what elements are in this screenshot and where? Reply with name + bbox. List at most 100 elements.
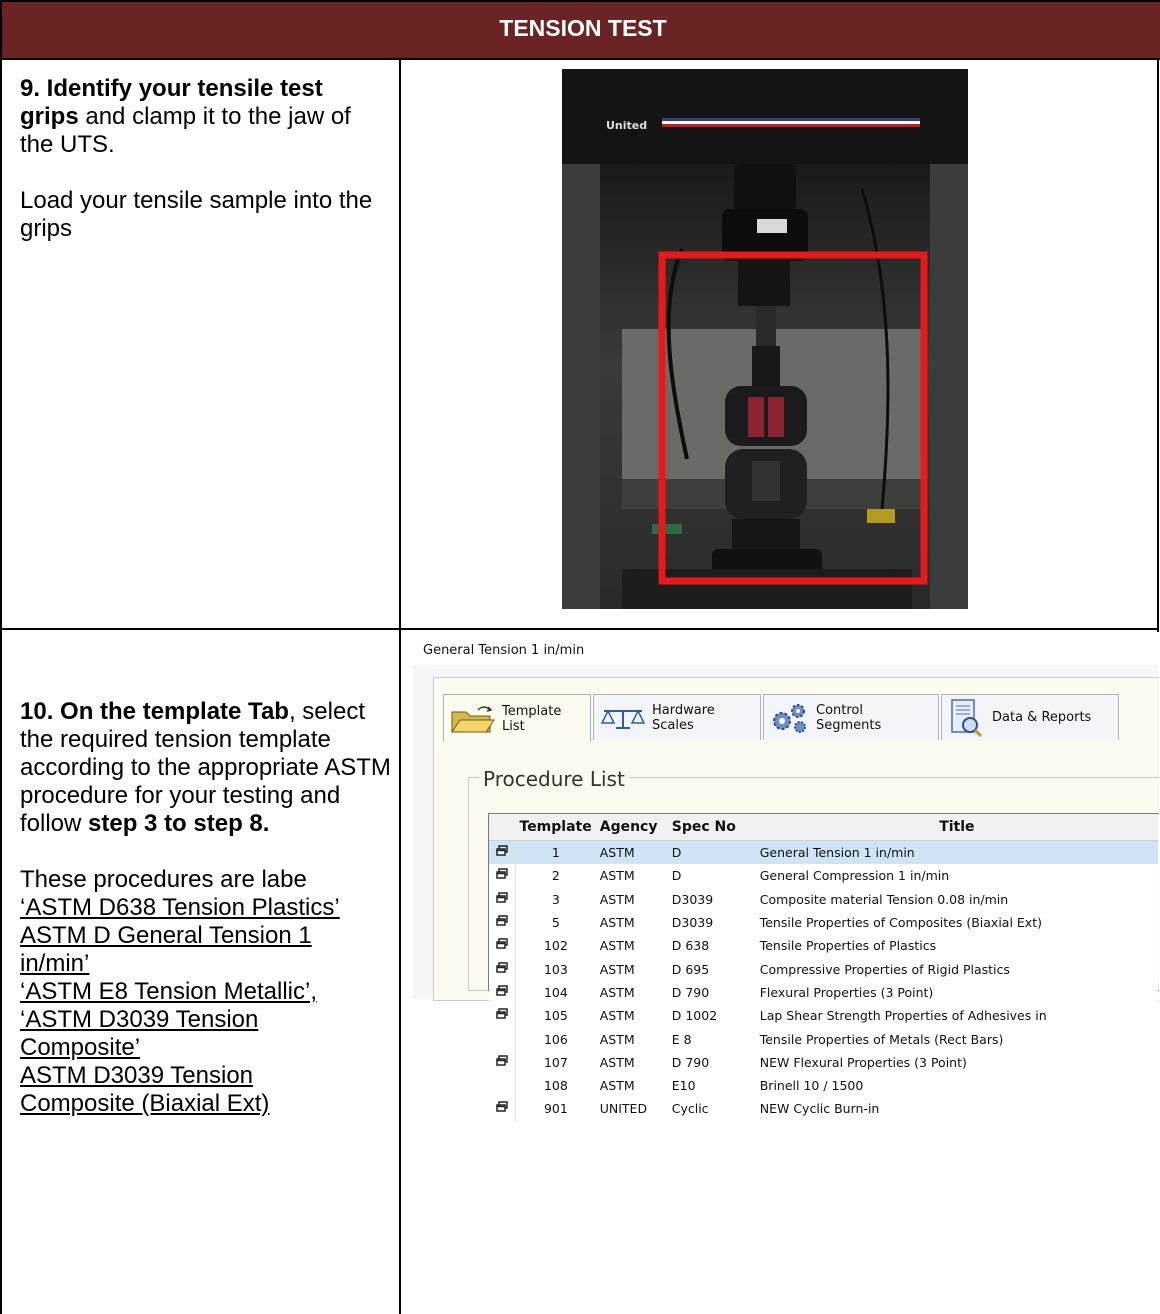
step-9-text: 9. Identify your tensile test grips and … [20, 75, 380, 243]
row-header-corner [489, 814, 516, 841]
window-restore-icon [496, 891, 508, 907]
tab-strip: Template List Hardware Scales Control Se… [443, 694, 1121, 742]
row-header-cell[interactable] [489, 957, 516, 981]
cell-title: General Compression 1 in/min [759, 868, 950, 884]
cell-agency: ASTM [599, 868, 635, 884]
cell-agency: ASTM [599, 891, 635, 907]
procedure-label-3: ‘ASTM E8 Tension Metallic’, [20, 978, 317, 1005]
table-row[interactable]: 901 UNITED Cyclic NEW Cyclic Burn-in [489, 1097, 1158, 1121]
procedure-label-5: ASTM D3039 Tension Composite (Biaxial Ex… [20, 1062, 270, 1117]
tab-label-template-list: Template List [502, 703, 562, 734]
window-restore-icon [496, 845, 508, 860]
cell-spec-no: D 1002 [671, 1008, 718, 1024]
window-restore-icon [496, 915, 508, 930]
cell-template: 2 [551, 868, 560, 884]
cell-title: Tensile Properties of Composites (Biaxia… [759, 915, 1042, 931]
row-header-cell[interactable] [489, 840, 516, 865]
cell-template: 5 [551, 915, 560, 931]
row-header-cell[interactable] [489, 1027, 516, 1051]
table-row[interactable]: 108 ASTM E10 Brinell 10 / 1500 [489, 1073, 1158, 1098]
table-row[interactable]: 105 ASTM D 1002 Lap Shear Strength Properti… [489, 1004, 1158, 1028]
cell-agency: ASTM [599, 915, 635, 931]
cell-template: 107 [543, 1054, 568, 1070]
row-header-cell[interactable] [489, 980, 516, 1005]
cell-agency: ASTM [599, 984, 635, 1000]
row-header-cell[interactable] [489, 1004, 516, 1028]
tab-data-reports[interactable]: Data & Reports [941, 694, 1119, 740]
column-header-spec-no[interactable]: Spec No [667, 814, 756, 841]
cell-spec-no: Cyclic [671, 1101, 709, 1117]
row-header-cell[interactable] [489, 910, 516, 935]
table-row[interactable]: 107 ASTM D 790 NEW Flexural Properties (3 P… [489, 1050, 1158, 1074]
table-row[interactable]: 1 ASTM D General Tension 1 in/min [489, 840, 1158, 865]
procedure-grid: Template Agency Spec No Title 1 ASTM D Gene… [489, 814, 1158, 1121]
cell-agency: ASTM [599, 1078, 635, 1094]
report-magnifier-icon [948, 698, 986, 738]
cell-template: 102 [543, 938, 568, 954]
cell-title: NEW Flexural Properties (3 Point) [759, 1054, 967, 1070]
table-row[interactable]: 102 ASTM D 638 Tensile Properties of Plasti… [489, 934, 1158, 958]
window-restore-icon [496, 1055, 508, 1070]
step-9-load-text: Load your tensile sample into the grips [20, 187, 373, 242]
step-10-bold-tail: step 3 to step 8. [88, 810, 270, 837]
step-10-title: 10. On the template Tab [20, 698, 289, 725]
cell-spec-no: E10 [671, 1078, 696, 1094]
table-row[interactable]: 5 ASTM D3039 Tensile Properties of Composit… [489, 910, 1158, 935]
row-header-cell[interactable] [489, 934, 516, 958]
row-header-cell[interactable] [489, 864, 516, 888]
cell-spec-no: D3039 [671, 915, 714, 931]
cell-title: Composite material Tension 0.08 in/min [759, 891, 1009, 907]
table-row[interactable]: 103 ASTM D 695 Compressive Properties of Ri… [489, 957, 1158, 981]
cell-agency: ASTM [599, 1054, 635, 1070]
gears-icon [770, 701, 810, 735]
procedures-intro: These procedures are labe [20, 866, 307, 893]
cell-agency: UNITED [599, 1101, 648, 1117]
cell-agency: ASTM [599, 961, 635, 977]
cell-spec-no: D 695 [671, 961, 710, 977]
table-row[interactable]: 3 ASTM D3039 Composite material Tension 0.0… [489, 887, 1158, 911]
cell-template: 103 [543, 961, 568, 977]
column-header-agency[interactable]: Agency [595, 814, 668, 841]
column-divider [399, 58, 401, 1314]
window-restore-icon [496, 961, 508, 977]
column-header-template[interactable]: Template [515, 814, 596, 841]
table-row[interactable]: 106 ASTM E 8 Tensile Properties of Metals (… [489, 1027, 1158, 1051]
template-software-window: General Tension 1 in/min Template List H… [413, 637, 1159, 1121]
cell-agency: ASTM [599, 1031, 635, 1047]
tab-control-segments[interactable]: Control Segments [763, 694, 939, 740]
cell-agency: ASTM [599, 938, 635, 954]
cell-title: Compressive Properties of Rigid Plastics [759, 961, 1010, 977]
cell-template: 104 [543, 984, 568, 1000]
table-row[interactable]: 2 ASTM D General Compression 1 in/min [489, 864, 1158, 888]
procedure-label-4: ‘ASTM D3039 Tension Composite’ [20, 1006, 259, 1061]
row-header-cell[interactable] [489, 1097, 516, 1121]
row-header-cell[interactable] [489, 1050, 516, 1074]
tab-hardware-scales[interactable]: Hardware Scales [593, 694, 761, 740]
cell-template: 106 [543, 1031, 568, 1047]
cell-title: NEW Cyclic Burn-in [759, 1101, 880, 1117]
window-restore-icon [496, 868, 508, 883]
cell-title: Lap Shear Strength Properties of Adhesiv… [759, 1008, 1047, 1024]
table-row[interactable]: 104 ASTM D 790 Flexural Properties (3 Point… [489, 980, 1158, 1005]
step-10-text: 10. On the template Tab, select the requ… [20, 698, 395, 1118]
column-header-title[interactable]: Title [755, 814, 1158, 841]
cell-spec-no: D 638 [671, 938, 710, 954]
window-restore-icon [496, 985, 508, 1000]
right-border-top [1157, 58, 1159, 632]
row-header-cell[interactable] [489, 887, 516, 911]
cell-spec-no: D3039 [671, 891, 714, 907]
folder-open-icon [450, 704, 496, 734]
uts-machine-photo: United [562, 69, 968, 609]
row-header-cell[interactable] [489, 1073, 516, 1098]
cell-spec-no: D [671, 868, 682, 884]
window-title: General Tension 1 in/min [423, 643, 585, 658]
balance-scale-icon [600, 705, 646, 731]
window-restore-icon [496, 1101, 508, 1116]
tab-template-list[interactable]: Template List [443, 694, 591, 742]
cell-template: 105 [543, 1008, 568, 1024]
left-border [0, 58, 2, 1314]
cell-agency: ASTM [599, 1008, 635, 1024]
header-bar: TENSION TEST [0, 0, 1160, 60]
procedure-label-2: ASTM D General Tension 1 in/min’ [20, 922, 312, 977]
procedure-label-1: ‘ASTM D638 Tension Plastics’ [20, 894, 340, 921]
